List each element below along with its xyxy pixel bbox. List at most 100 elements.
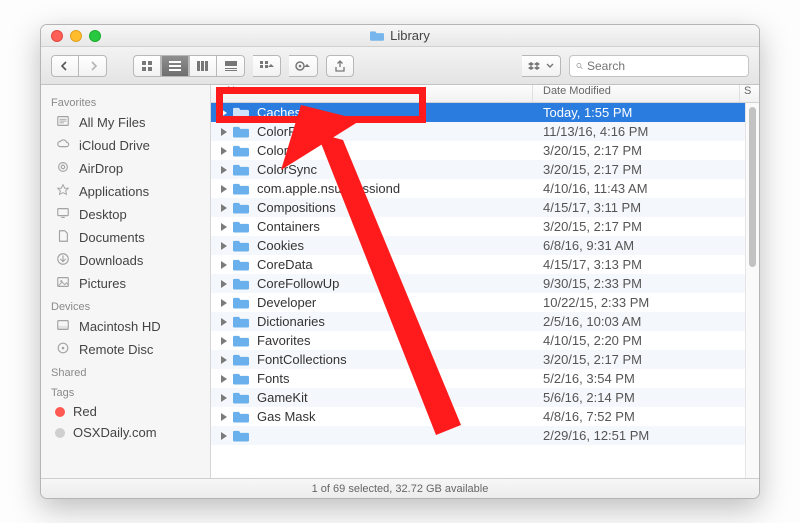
file-date: 4/8/16, 7:52 PM: [533, 409, 745, 424]
file-name: Gas Mask: [257, 409, 316, 424]
scrollbar-thumb[interactable]: [749, 107, 756, 267]
file-date: 3/20/15, 2:17 PM: [533, 219, 745, 234]
sidebar-item[interactable]: Macintosh HD: [41, 315, 210, 338]
downloads-icon: [55, 252, 71, 269]
column-name[interactable]: Name: [211, 85, 533, 102]
disclosure-triangle-icon[interactable]: [221, 147, 227, 155]
file-row[interactable]: ColorPick11/13/16, 4:16 PM: [211, 122, 745, 141]
folder-icon: [233, 220, 249, 233]
file-name: Developer: [257, 295, 316, 310]
file-date: 11/13/16, 4:16 PM: [533, 124, 745, 139]
disclosure-triangle-icon[interactable]: [221, 223, 227, 231]
file-date: 10/22/15, 2:33 PM: [533, 295, 745, 310]
file-row[interactable]: com.apple.nsurlsessiond4/10/16, 11:43 AM: [211, 179, 745, 198]
disclosure-triangle-icon[interactable]: [221, 356, 227, 364]
view-coverflow-button[interactable]: [217, 55, 245, 77]
file-row[interactable]: Developer 10/22/15, 2:33 PM: [211, 293, 745, 312]
nav-buttons: [51, 55, 107, 77]
sidebar-item[interactable]: Downloads: [41, 249, 210, 272]
file-row[interactable]: Gas Mask 4/8/16, 7:52 PM: [211, 407, 745, 426]
sidebar-section-title: Shared: [41, 361, 210, 381]
file-row[interactable]: Dictionaries2/5/16, 10:03 AM: [211, 312, 745, 331]
back-button[interactable]: [51, 55, 79, 77]
disclosure-triangle-icon[interactable]: [221, 261, 227, 269]
file-row[interactable]: Containers 3/20/15, 2:17 PM: [211, 217, 745, 236]
file-row[interactable]: Compositions4/15/17, 3:11 PM: [211, 198, 745, 217]
arrange-button[interactable]: [253, 55, 281, 77]
column-date-modified[interactable]: Date Modified: [533, 85, 739, 102]
file-row[interactable]: Fonts5/2/16, 3:54 PM: [211, 369, 745, 388]
disclosure-triangle-icon[interactable]: [221, 375, 227, 383]
file-list[interactable]: CachesToday, 1:55 PMColorPick11/13/16, 4…: [211, 103, 745, 478]
list-view-icon: [169, 60, 181, 72]
file-name: ColorSync: [257, 162, 317, 177]
column-header[interactable]: Name Date Modified S: [211, 85, 759, 103]
folder-icon: [233, 372, 249, 385]
file-date: 2/29/16, 12:51 PM: [533, 428, 745, 443]
finder-window: Library: [40, 24, 760, 499]
view-icon-button[interactable]: [133, 55, 161, 77]
column-size[interactable]: S: [739, 85, 759, 102]
folder-icon: [233, 353, 249, 366]
airdrop-icon: [55, 160, 71, 177]
sidebar-item[interactable]: AirDrop: [41, 157, 210, 180]
sidebar-item[interactable]: Red: [41, 401, 210, 422]
disclosure-triangle-icon[interactable]: [221, 432, 227, 440]
disclosure-triangle-icon[interactable]: [221, 166, 227, 174]
disclosure-triangle-icon[interactable]: [221, 337, 227, 345]
disclosure-triangle-icon[interactable]: [221, 242, 227, 250]
file-row[interactable]: CachesToday, 1:55 PM: [211, 103, 745, 122]
coverflow-view-icon: [225, 60, 237, 72]
disclosure-triangle-icon[interactable]: [221, 109, 227, 117]
file-row[interactable]: Favorites4/10/15, 2:20 PM: [211, 331, 745, 350]
share-button[interactable]: [326, 55, 354, 77]
file-row[interactable]: CoreFollowUp9/30/15, 2:33 PM: [211, 274, 745, 293]
sidebar-item[interactable]: Documents: [41, 226, 210, 249]
search-input[interactable]: [587, 59, 742, 73]
sidebar-item-label: Red: [73, 404, 97, 419]
disclosure-triangle-icon[interactable]: [221, 280, 227, 288]
sidebar-item[interactable]: OSXDaily.com: [41, 422, 210, 443]
disclosure-triangle-icon[interactable]: [221, 185, 227, 193]
file-row[interactable]: CoreData4/15/17, 3:13 PM: [211, 255, 745, 274]
file-name: CoreFollowUp: [257, 276, 339, 291]
disclosure-triangle-icon[interactable]: [221, 318, 227, 326]
arrange-button-group: [253, 55, 281, 77]
file-row[interactable]: ColorSync3/20/15, 2:17 PM: [211, 160, 745, 179]
sidebar-item[interactable]: Remote Disc: [41, 338, 210, 361]
file-row[interactable]: Colors3/20/15, 2:17 PM: [211, 141, 745, 160]
disclosure-triangle-icon[interactable]: [221, 413, 227, 421]
folder-icon: [233, 334, 249, 347]
sidebar-item[interactable]: iCloud Drive: [41, 134, 210, 157]
search-field[interactable]: [569, 55, 749, 77]
titlebar: Library: [41, 25, 759, 47]
action-button[interactable]: [289, 55, 318, 77]
disclosure-triangle-icon[interactable]: [221, 204, 227, 212]
sidebar-item[interactable]: Pictures: [41, 272, 210, 295]
file-row[interactable]: GameKit5/6/16, 2:14 PM: [211, 388, 745, 407]
sidebar-item[interactable]: All My Files: [41, 111, 210, 134]
forward-button[interactable]: [79, 55, 107, 77]
sidebar-item[interactable]: Applications: [41, 180, 210, 203]
file-row[interactable]: FontCollections3/20/15, 2:17 PM: [211, 350, 745, 369]
file-row[interactable]: Cookies6/8/16, 9:31 AM: [211, 236, 745, 255]
scrollbar[interactable]: [745, 103, 759, 478]
disclosure-triangle-icon[interactable]: [221, 299, 227, 307]
disclosure-triangle-icon[interactable]: [221, 394, 227, 402]
folder-icon: [233, 182, 249, 195]
file-name: Cookies: [257, 238, 304, 253]
disclosure-triangle-icon[interactable]: [221, 128, 227, 136]
file-row[interactable]: 2/29/16, 12:51 PM: [211, 426, 745, 445]
sidebar-item[interactable]: Desktop: [41, 203, 210, 226]
file-name: Colors: [257, 143, 295, 158]
gear-icon: [295, 60, 311, 72]
view-column-button[interactable]: [189, 55, 217, 77]
file-name: FontCollections: [257, 352, 347, 367]
folder-icon: [233, 296, 249, 309]
file-name: GameKit: [257, 390, 308, 405]
search-icon: [576, 60, 583, 72]
dropbox-button[interactable]: [522, 55, 561, 77]
icloud-icon: [55, 137, 71, 154]
view-list-button[interactable]: [161, 55, 189, 77]
file-name: Containers: [257, 219, 320, 234]
